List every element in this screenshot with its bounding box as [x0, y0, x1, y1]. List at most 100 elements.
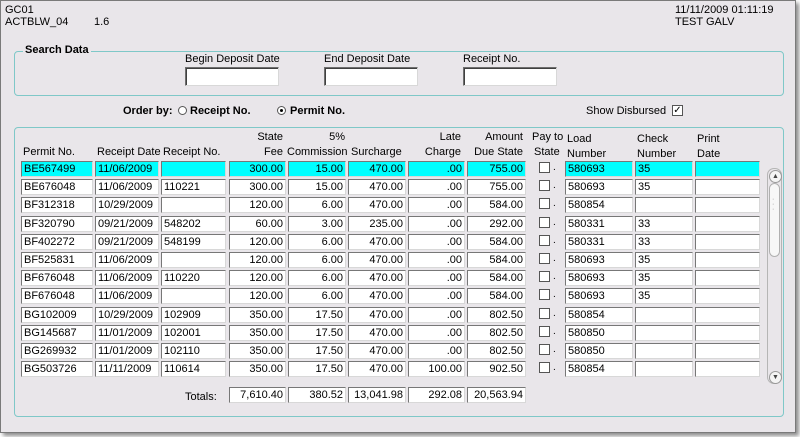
cell-check-number[interactable]: 33 — [635, 216, 693, 232]
cell-permit-no[interactable]: BF402272 — [21, 234, 93, 250]
pay-to-state-checkbox[interactable] — [539, 271, 550, 282]
cell-commission[interactable]: 17.50 — [288, 307, 346, 323]
cell-amount-due[interactable]: 802.50 — [467, 307, 526, 323]
cell-receipt-date[interactable]: 10/29/2009 — [95, 197, 159, 213]
cell-permit-no[interactable]: BF525831 — [21, 252, 93, 268]
cell-commission[interactable]: 6.00 — [288, 252, 346, 268]
cell-load-number[interactable]: 580850 — [565, 325, 633, 341]
cell-amount-due[interactable]: 755.00 — [467, 161, 526, 177]
cell-commission[interactable]: 15.00 — [288, 161, 346, 177]
cell-permit-no[interactable]: BG269932 — [21, 343, 93, 359]
cell-receipt-date[interactable]: 11/11/2009 — [95, 361, 159, 377]
order-receipt-radio[interactable] — [178, 106, 187, 115]
cell-receipt-date[interactable]: 11/01/2009 — [95, 343, 159, 359]
cell-late-charge[interactable]: 100.00 — [408, 361, 465, 377]
cell-load-number[interactable]: 580693 — [565, 288, 633, 304]
cell-print-date[interactable] — [695, 216, 760, 232]
cell-check-number[interactable] — [635, 307, 693, 323]
order-permit-label[interactable]: Permit No. — [290, 105, 345, 117]
cell-receipt-no[interactable] — [161, 197, 226, 213]
cell-late-charge[interactable]: .00 — [408, 179, 465, 195]
cell-amount-due[interactable]: 584.00 — [467, 234, 526, 250]
cell-check-number[interactable] — [635, 343, 693, 359]
cell-commission[interactable]: 6.00 — [288, 288, 346, 304]
cell-receipt-no[interactable] — [161, 161, 226, 177]
pay-to-state-checkbox[interactable] — [539, 308, 550, 319]
cell-amount-due[interactable]: 802.50 — [467, 343, 526, 359]
cell-commission[interactable]: 6.00 — [288, 234, 346, 250]
cell-surcharge[interactable]: 470.00 — [348, 343, 406, 359]
cell-state-fee[interactable]: 350.00 — [229, 343, 286, 359]
cell-print-date[interactable] — [695, 288, 760, 304]
cell-receipt-no[interactable]: 548199 — [161, 234, 226, 250]
cell-amount-due[interactable]: 584.00 — [467, 197, 526, 213]
cell-load-number[interactable]: 580693 — [565, 252, 633, 268]
order-receipt-label[interactable]: Receipt No. — [190, 105, 251, 117]
scroll-down-icon[interactable]: ▼ — [769, 371, 782, 384]
cell-receipt-no[interactable]: 102110 — [161, 343, 226, 359]
cell-permit-no[interactable]: BF320790 — [21, 216, 93, 232]
cell-amount-due[interactable]: 292.00 — [467, 216, 526, 232]
cell-receipt-no[interactable] — [161, 288, 226, 304]
pay-to-state-checkbox[interactable] — [539, 289, 550, 300]
cell-late-charge[interactable]: .00 — [408, 325, 465, 341]
cell-surcharge[interactable]: 470.00 — [348, 307, 406, 323]
cell-check-number[interactable]: 35 — [635, 179, 693, 195]
cell-check-number[interactable]: 35 — [635, 252, 693, 268]
cell-load-number[interactable]: 580331 — [565, 216, 633, 232]
cell-print-date[interactable] — [695, 179, 760, 195]
cell-check-number[interactable]: 35 — [635, 161, 693, 177]
cell-late-charge[interactable]: .00 — [408, 288, 465, 304]
cell-commission[interactable]: 3.00 — [288, 216, 346, 232]
cell-check-number[interactable] — [635, 361, 693, 377]
cell-late-charge[interactable]: .00 — [408, 270, 465, 286]
cell-late-charge[interactable]: .00 — [408, 307, 465, 323]
pay-to-state-checkbox[interactable] — [539, 362, 550, 373]
cell-receipt-date[interactable]: 09/21/2009 — [95, 216, 159, 232]
cell-load-number[interactable]: 580854 — [565, 361, 633, 377]
cell-state-fee[interactable]: 350.00 — [229, 361, 286, 377]
end-date-input[interactable] — [324, 67, 418, 86]
cell-print-date[interactable] — [695, 270, 760, 286]
cell-load-number[interactable]: 580693 — [565, 270, 633, 286]
cell-permit-no[interactable]: BF676048 — [21, 288, 93, 304]
cell-print-date[interactable] — [695, 234, 760, 250]
cell-amount-due[interactable]: 755.00 — [467, 179, 526, 195]
cell-print-date[interactable] — [695, 343, 760, 359]
cell-commission[interactable]: 17.50 — [288, 325, 346, 341]
cell-state-fee[interactable]: 300.00 — [229, 161, 286, 177]
pay-to-state-checkbox[interactable] — [539, 326, 550, 337]
cell-load-number[interactable]: 580693 — [565, 161, 633, 177]
cell-surcharge[interactable]: 470.00 — [348, 197, 406, 213]
cell-load-number[interactable]: 580693 — [565, 179, 633, 195]
cell-surcharge[interactable]: 470.00 — [348, 325, 406, 341]
cell-load-number[interactable]: 580854 — [565, 197, 633, 213]
cell-receipt-no[interactable] — [161, 252, 226, 268]
cell-receipt-date[interactable]: 11/06/2009 — [95, 270, 159, 286]
cell-permit-no[interactable]: BF676048 — [21, 270, 93, 286]
cell-receipt-date[interactable]: 11/06/2009 — [95, 161, 159, 177]
cell-commission[interactable]: 6.00 — [288, 270, 346, 286]
cell-check-number[interactable]: 35 — [635, 270, 693, 286]
pay-to-state-checkbox[interactable] — [539, 198, 550, 209]
cell-state-fee[interactable]: 120.00 — [229, 252, 286, 268]
cell-receipt-no[interactable]: 102001 — [161, 325, 226, 341]
cell-state-fee[interactable]: 300.00 — [229, 179, 286, 195]
cell-print-date[interactable] — [695, 161, 760, 177]
cell-permit-no[interactable]: BF312318 — [21, 197, 93, 213]
cell-commission[interactable]: 15.00 — [288, 179, 346, 195]
cell-commission[interactable]: 17.50 — [288, 343, 346, 359]
cell-state-fee[interactable]: 350.00 — [229, 325, 286, 341]
cell-receipt-date[interactable]: 11/06/2009 — [95, 179, 159, 195]
cell-surcharge[interactable]: 470.00 — [348, 179, 406, 195]
cell-permit-no[interactable]: BG102009 — [21, 307, 93, 323]
cell-receipt-no[interactable]: 548202 — [161, 216, 226, 232]
cell-surcharge[interactable]: 470.00 — [348, 270, 406, 286]
order-permit-radio[interactable] — [277, 106, 286, 115]
cell-receipt-no[interactable]: 110221 — [161, 179, 226, 195]
pay-to-state-checkbox[interactable] — [539, 253, 550, 264]
cell-receipt-date[interactable]: 11/06/2009 — [95, 288, 159, 304]
cell-receipt-date[interactable]: 11/06/2009 — [95, 252, 159, 268]
cell-permit-no[interactable]: BE567499 — [21, 161, 93, 177]
cell-receipt-no[interactable]: 110220 — [161, 270, 226, 286]
